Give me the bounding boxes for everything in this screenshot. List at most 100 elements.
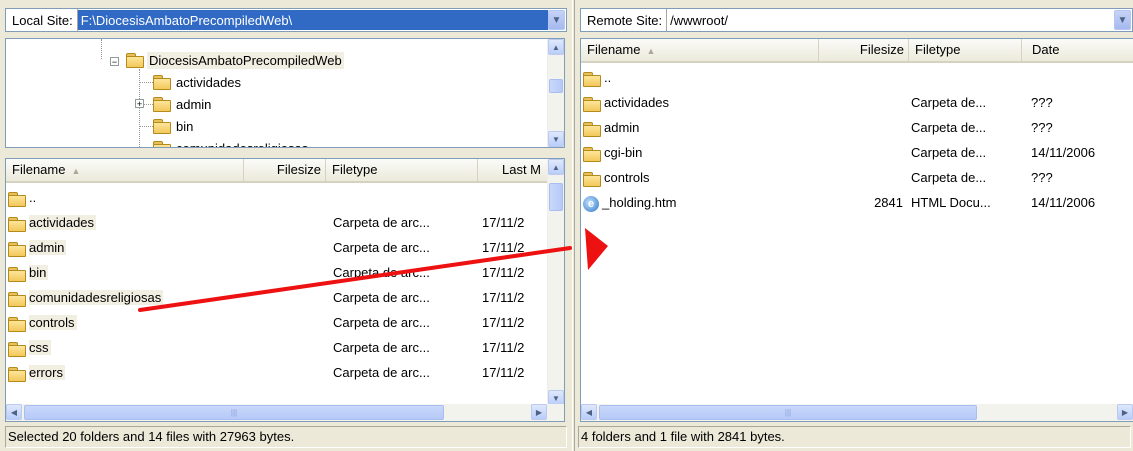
folder-icon	[8, 216, 26, 232]
scroll-thumb[interactable]: |||	[24, 405, 444, 420]
filetype-cell: Carpeta de arc...	[333, 240, 430, 255]
remote-pane: Remote Site: ▼ Filename▲ Filesize Filety…	[575, 0, 1133, 451]
local-list-vertical-scrollbar[interactable]: ▲ ▼	[547, 159, 564, 406]
filesize-cell	[819, 140, 903, 165]
folder-icon	[153, 119, 171, 134]
table-row[interactable]: bin Carpeta de arc... 17/11/2	[6, 260, 564, 285]
tree-item-bin[interactable]: bin	[153, 115, 195, 137]
local-pane: Local Site: ▼ − DiocesisAmbatoPrecompile…	[0, 0, 572, 451]
filename-cell: comunidadesreligiosas	[8, 285, 238, 310]
table-row[interactable]: errors Carpeta de arc... 17/11/2	[6, 360, 564, 385]
column-filename[interactable]: Filename ▲	[6, 159, 244, 181]
filetype-cell: Carpeta de arc...	[333, 290, 430, 305]
remote-list-horizontal-scrollbar[interactable]: ◀ ||| ▶	[581, 404, 1133, 421]
scroll-down-icon[interactable]: ▼	[548, 131, 564, 147]
table-row[interactable]: e _holding.htm 2841 HTML Docu... 14/11/2006	[581, 190, 1133, 215]
scroll-left-icon[interactable]: ◀	[581, 404, 597, 420]
folder-icon	[8, 341, 26, 357]
filetype-cell: Carpeta de arc...	[333, 365, 430, 380]
local-site-dropdown-icon[interactable]: ▼	[548, 10, 565, 30]
expand-admin-icon[interactable]: +	[135, 99, 144, 109]
filesize-cell	[244, 285, 322, 310]
tree-item-label: bin	[176, 118, 194, 134]
table-row[interactable]: controls Carpeta de arc... 17/11/2	[6, 310, 564, 335]
folder-icon	[8, 316, 26, 332]
date-cell: 17/11/2	[482, 340, 525, 355]
table-row[interactable]: controls Carpeta de...???	[581, 165, 1133, 190]
filetype-cell: Carpeta de...	[911, 120, 987, 135]
filename-label: css	[29, 340, 51, 355]
scroll-thumb[interactable]	[549, 183, 563, 211]
tree-item-comunidadesreligiosas[interactable]: comunidadesreligiosas	[153, 137, 310, 147]
filetype-cell: Carpeta de arc...	[333, 340, 430, 355]
filename-cell: ..	[8, 185, 238, 210]
folder-icon	[583, 146, 601, 162]
remote-file-list: Filename ▲ Filesize Filetype Date .. activ…	[580, 38, 1133, 422]
column-filesize[interactable]: Filesize	[819, 39, 909, 61]
remote-site-dropdown-icon[interactable]: ▼	[1114, 10, 1131, 30]
scroll-left-icon[interactable]: ◀	[6, 404, 22, 420]
date-cell: ???	[1031, 95, 1053, 110]
tree-item-admin[interactable]: admin	[153, 93, 213, 115]
tree-item-actividades[interactable]: actividades	[153, 71, 243, 93]
filesize-cell	[244, 360, 322, 385]
filename-cell: ..	[583, 65, 813, 90]
filetype-cell: Carpeta de...	[911, 145, 987, 160]
folder-icon	[583, 121, 601, 137]
filetype-cell: Carpeta de arc...	[333, 215, 430, 230]
table-row[interactable]: css Carpeta de arc... 17/11/2	[6, 335, 564, 360]
remote-site-label: Remote Site:	[581, 9, 668, 31]
filename-label: controls	[29, 315, 77, 330]
sort-ascending-icon: ▲	[646, 46, 656, 56]
column-filesize[interactable]: Filesize	[244, 159, 326, 181]
scroll-right-icon[interactable]: ▶	[1117, 404, 1133, 420]
remote-site-bar: Remote Site: ▼	[580, 8, 1133, 32]
filetype-cell: Carpeta de arc...	[333, 315, 430, 330]
filesize-cell	[244, 310, 322, 335]
local-folder-tree: − DiocesisAmbatoPrecompiledWeb actividad…	[5, 38, 565, 148]
filename-cell: actividades	[8, 210, 238, 235]
table-row[interactable]: actividades Carpeta de arc... 17/11/2	[6, 210, 564, 235]
folder-icon	[153, 97, 171, 112]
filesize-cell	[244, 260, 322, 285]
filename-label: cgi-bin	[604, 145, 643, 160]
scroll-thumb[interactable]	[549, 79, 563, 93]
local-site-path-input[interactable]	[77, 10, 548, 30]
table-row[interactable]: admin Carpeta de...???	[581, 115, 1133, 140]
date-cell: 14/11/2006	[1031, 145, 1096, 160]
table-row[interactable]: cgi-bin Carpeta de... 14/11/2006	[581, 140, 1133, 165]
folder-icon	[583, 171, 601, 187]
table-row[interactable]: actividades Carpeta de...???	[581, 90, 1133, 115]
tree-item-label: DiocesisAmbatoPrecompiledWeb	[147, 51, 344, 69]
tree-vertical-scrollbar[interactable]: ▲ ▼	[547, 39, 564, 147]
filesize-cell: 2841	[874, 195, 903, 210]
scroll-right-icon[interactable]: ▶	[531, 404, 547, 420]
table-row[interactable]: comunidadesreligiosas Carpeta de arc... 17…	[6, 285, 564, 310]
scroll-up-icon[interactable]: ▲	[548, 39, 564, 55]
column-date[interactable]: Date	[1022, 39, 1133, 61]
folder-icon	[153, 75, 171, 90]
scroll-up-icon[interactable]: ▲	[548, 159, 564, 175]
column-last-modified[interactable]: Last M	[478, 159, 551, 181]
table-row[interactable]: admin Carpeta de arc... 17/11/2	[6, 235, 564, 260]
local-list-header: Filename ▲ Filesize Filetype Last M	[6, 159, 564, 183]
column-filename[interactable]: Filename ▲	[581, 39, 819, 61]
table-row[interactable]: ..	[581, 65, 1133, 90]
column-filetype[interactable]: Filetype	[909, 39, 1022, 61]
table-row[interactable]: ..	[6, 185, 564, 210]
scroll-thumb[interactable]: |||	[599, 405, 977, 420]
folder-icon	[8, 366, 26, 382]
folder-icon	[8, 241, 26, 257]
collapse-root-icon[interactable]: −	[110, 57, 119, 67]
column-filetype[interactable]: Filetype	[326, 159, 478, 181]
remote-site-path-input[interactable]	[667, 10, 1114, 30]
filename-label: actividades	[29, 215, 97, 230]
filename-cell: controls	[583, 165, 813, 190]
filename-cell: cgi-bin	[583, 140, 813, 165]
filename-label: _holding.htm	[602, 195, 677, 210]
filesize-cell	[819, 65, 903, 90]
tree-item-label: admin	[176, 96, 212, 112]
filename-cell: e _holding.htm	[583, 190, 813, 215]
local-list-horizontal-scrollbar[interactable]: ◀ ||| ▶	[6, 404, 564, 421]
tree-item-root[interactable]: DiocesisAmbatoPrecompiledWeb	[126, 49, 344, 71]
